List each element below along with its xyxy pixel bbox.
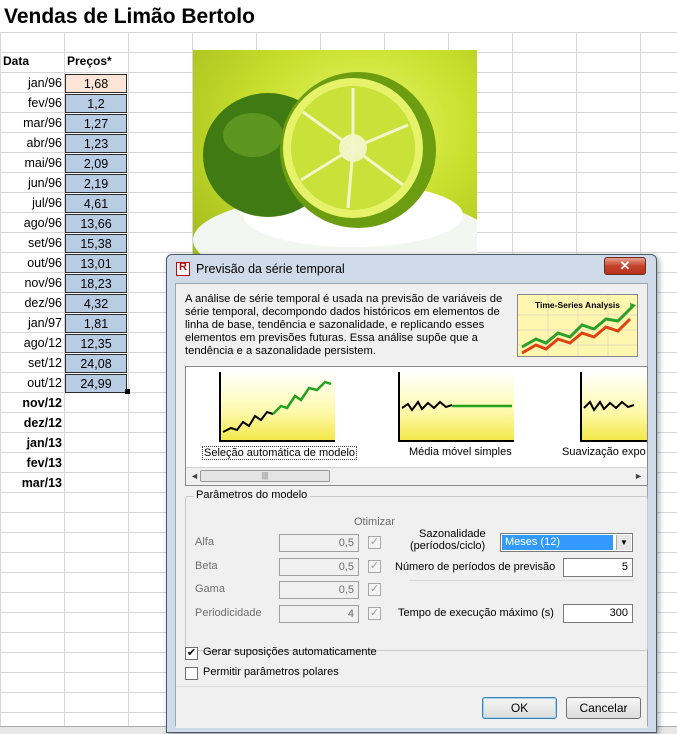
date-cell[interactable]: jul/96 — [0, 193, 62, 213]
max-time-label: Tempo de execução máximo (s) — [398, 607, 554, 619]
price-cell[interactable]: 24,08 — [65, 354, 127, 373]
date-cell[interactable]: mai/96 — [0, 153, 62, 173]
polar-params-label[interactable]: Permitir parâmetros polares — [203, 666, 339, 678]
price-cell[interactable]: 1,81 — [65, 314, 127, 333]
polar-params-checkbox[interactable] — [185, 667, 198, 680]
price-cell[interactable]: 12,35 — [65, 334, 127, 353]
lime-picture[interactable] — [193, 50, 477, 264]
periodicity-label: Periodicidade — [195, 607, 262, 619]
seasonality-label: Sazonalidade — [419, 528, 486, 540]
date-cell[interactable]: nov/96 — [0, 273, 62, 293]
description-text: A análise de série temporal é usada na p… — [185, 293, 503, 357]
method-exponential-smoothing[interactable]: Suavização expo — [546, 367, 647, 467]
date-cell[interactable]: mar/96 — [0, 113, 62, 133]
grid-line — [128, 32, 129, 733]
date-cell[interactable]: abr/96 — [0, 133, 62, 153]
date-cell[interactable]: set/12 — [0, 353, 62, 373]
forecast-date-cell[interactable]: mar/13 — [0, 473, 62, 493]
date-cell[interactable]: set/96 — [0, 233, 62, 253]
price-cell[interactable]: 15,38 — [65, 234, 127, 253]
scroll-left-icon[interactable]: ◄ — [190, 471, 199, 481]
price-cell[interactable]: 2,19 — [65, 174, 127, 193]
forecast-date-cell[interactable]: fev/13 — [0, 453, 62, 473]
seasonality-value: Meses (12) — [502, 535, 613, 550]
alpha-label: Alfa — [195, 536, 214, 548]
method-label: Suavização expo — [562, 446, 646, 458]
optimize-header: Otimizar — [354, 516, 395, 528]
price-column-header[interactable]: Preços* — [67, 54, 112, 68]
date-cell[interactable]: fev/96 — [0, 93, 62, 113]
forecast-date-cell[interactable]: jan/13 — [0, 433, 62, 453]
beta-label: Beta — [195, 560, 218, 572]
close-button[interactable]: ✕ — [604, 257, 646, 275]
button-bar: OK Cancelar — [176, 686, 647, 728]
params-group-title: Parâmetros do modelo — [193, 489, 311, 501]
beta-field[interactable]: 0,5 — [279, 558, 359, 576]
date-column-header[interactable]: Data — [3, 54, 29, 68]
gamma-optimize-checkbox[interactable]: ✓ — [368, 583, 381, 596]
date-cell[interactable]: out/96 — [0, 253, 62, 273]
periodicity-optimize-checkbox[interactable]: ✓ — [368, 607, 381, 620]
method-auto-selection[interactable]: Seleção automática de modelo — [186, 367, 358, 467]
forecast-periods-label: Número de períodos de previsão — [395, 561, 556, 573]
price-cell[interactable]: 1,27 — [65, 114, 127, 133]
auto-assumptions-checkbox[interactable]: ✔ — [185, 647, 198, 660]
date-cell[interactable]: ago/96 — [0, 213, 62, 233]
alpha-field[interactable]: 0,5 — [279, 534, 359, 552]
time-series-dialog: Previsão da série temporal ✕ A análise d… — [166, 254, 657, 733]
method-simple-moving-average[interactable]: Média móvel simples — [364, 367, 514, 467]
method-gallery[interactable]: Seleção automática de modelo Média móvel… — [185, 366, 648, 486]
method-label: Média móvel simples — [409, 446, 512, 458]
date-cell[interactable]: ago/12 — [0, 333, 62, 353]
ok-button[interactable]: OK — [482, 697, 557, 719]
moving-average-thumbnail — [398, 372, 514, 442]
time-series-illustration: Time-Series Analysis — [517, 294, 638, 357]
selection-fill-handle[interactable] — [125, 389, 130, 394]
forecast-date-cell[interactable]: nov/12 — [0, 393, 62, 413]
price-cell[interactable]: 1,23 — [65, 134, 127, 153]
alpha-optimize-checkbox[interactable]: ✓ — [368, 536, 381, 549]
auto-selection-thumbnail — [219, 372, 335, 442]
sheet-title[interactable]: Vendas de Limão Bertolo — [4, 5, 255, 29]
divider — [409, 580, 634, 581]
price-cell[interactable]: 4,32 — [65, 294, 127, 313]
dialog-titlebar[interactable]: Previsão da série temporal ✕ — [167, 255, 656, 283]
exp-smoothing-thumbnail — [580, 372, 647, 442]
dialog-content: A análise de série temporal é usada na p… — [175, 283, 648, 728]
price-cell[interactable]: 1,68 — [65, 74, 127, 93]
seasonality-select[interactable]: Meses (12) ▼ — [500, 533, 633, 552]
price-cell[interactable]: 24,99 — [65, 374, 127, 393]
model-params-group: Parâmetros do modelo Otimizar Alfa 0,5 ✓… — [185, 489, 648, 651]
price-cell[interactable]: 4,61 — [65, 194, 127, 213]
date-cell[interactable]: out/12 — [0, 373, 62, 393]
date-cell[interactable]: jun/96 — [0, 173, 62, 193]
date-cell[interactable]: jan/97 — [0, 313, 62, 333]
seasonality-sublabel: (períodos/ciclo) — [410, 540, 486, 552]
scroll-thumb[interactable]: ||| — [200, 470, 330, 482]
dialog-title: Previsão da série temporal — [196, 262, 345, 276]
gallery-scrollbar[interactable]: ◄ ||| ► — [186, 467, 647, 485]
date-cell[interactable]: dez/96 — [0, 293, 62, 313]
method-label: Seleção automática de modelo — [202, 446, 358, 460]
price-cell[interactable]: 13,01 — [65, 254, 127, 273]
price-cell[interactable]: 2,09 — [65, 154, 127, 173]
max-time-field[interactable]: 300 — [563, 604, 633, 623]
date-cell[interactable]: jan/96 — [0, 73, 62, 93]
app-icon — [176, 261, 190, 276]
illustration-caption: Time-Series Analysis — [534, 300, 621, 310]
chevron-down-icon[interactable]: ▼ — [616, 535, 631, 550]
scroll-right-icon[interactable]: ► — [634, 471, 643, 481]
gamma-label: Gama — [195, 583, 225, 595]
gamma-field[interactable]: 0,5 — [279, 581, 359, 599]
price-cell[interactable]: 13,66 — [65, 214, 127, 233]
forecast-date-cell[interactable]: dez/12 — [0, 413, 62, 433]
auto-assumptions-label[interactable]: Gerar suposições automaticamente — [203, 646, 377, 658]
periodicity-field[interactable]: 4 — [279, 605, 359, 623]
price-cell[interactable]: 18,23 — [65, 274, 127, 293]
cancel-button[interactable]: Cancelar — [566, 697, 641, 719]
forecast-periods-field[interactable]: 5 — [563, 558, 633, 577]
price-cell[interactable]: 1,2 — [65, 94, 127, 113]
beta-optimize-checkbox[interactable]: ✓ — [368, 560, 381, 573]
